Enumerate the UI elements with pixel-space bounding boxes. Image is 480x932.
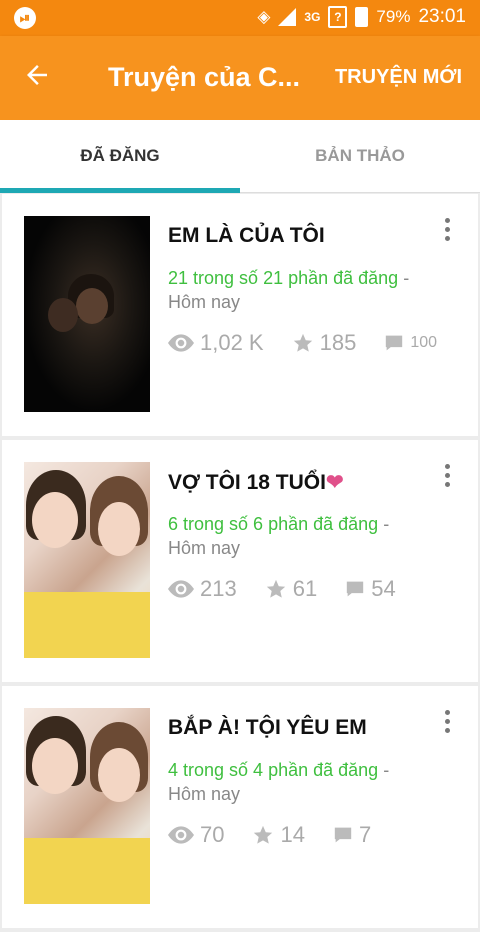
story-date: Hôm nay (168, 538, 241, 558)
story-card[interactable]: VỢ TÔI 18 TUỔI❤ 6 trong số 6 phần đã đăn… (2, 440, 478, 682)
clock: 23:01 (418, 6, 466, 27)
tab-bar: ĐÃ ĐĂNG BẢN THẢO (0, 120, 480, 193)
new-story-button[interactable]: TRUYỆN MỚI (335, 66, 462, 89)
arrow-back-icon (27, 65, 47, 85)
story-parts: 6 trong số 6 phần đã đăng - Hôm nay (168, 512, 458, 560)
story-card[interactable]: BẮP À! TỘI YÊU EM 4 trong số 4 phần đã đ… (2, 686, 478, 928)
star-icon (254, 825, 273, 844)
notification-icon: ⏯ (14, 7, 36, 29)
page-title: Truyện của C... (108, 62, 301, 92)
more-options-button[interactable] (442, 710, 452, 738)
sim-icon: ? (328, 6, 348, 28)
eye-icon (168, 334, 194, 352)
story-list: EM LÀ CỦA TÔI 21 trong số 21 phần đã đăn… (0, 194, 480, 932)
votes-count: 14 (280, 822, 305, 847)
story-stats: 70 14 7 (168, 822, 399, 848)
eye-icon (168, 826, 194, 844)
story-date: Hôm nay (168, 292, 241, 312)
story-date: Hôm nay (168, 784, 241, 804)
story-title: EM LÀ CỦA TÔI (168, 224, 325, 247)
tab-drafts[interactable]: BẢN THẢO (240, 120, 480, 192)
story-stats: 1,02 K 185 100 (168, 330, 465, 356)
more-options-button[interactable] (442, 464, 452, 492)
story-cover-image (24, 462, 150, 658)
story-title: BẮP À! TỘI YÊU EM (168, 716, 367, 739)
battery-icon (355, 7, 369, 27)
star-icon (293, 333, 312, 352)
votes-count: 185 (319, 330, 357, 355)
views-count: 70 (200, 822, 225, 847)
views-count: 1,02 K (200, 330, 264, 355)
votes-count: 61 (292, 576, 318, 601)
back-button[interactable] (22, 60, 62, 96)
status-bar: ⏯ ◈ 3G ? 79% 23:01 (0, 0, 480, 36)
heart-icon: ❤ (325, 471, 344, 494)
comments-count: 54 (371, 576, 396, 601)
network-type: 3G (304, 10, 321, 24)
tab-indicator (0, 188, 240, 193)
comments-count: 7 (358, 822, 372, 847)
story-stats: 213 61 54 (168, 576, 424, 602)
signal-icon (278, 8, 297, 26)
tab-published[interactable]: ĐÃ ĐĂNG (0, 120, 240, 192)
story-title: VỢ TÔI 18 TUỔI❤ (168, 471, 344, 494)
story-parts: 4 trong số 4 phần đã đăng - Hôm nay (168, 758, 458, 806)
more-options-button[interactable] (442, 218, 452, 246)
eye-icon (168, 580, 194, 598)
story-cover-image (24, 216, 150, 412)
battery-level: 79% (376, 7, 411, 26)
comment-icon (347, 581, 364, 597)
comment-icon (386, 335, 403, 351)
story-card[interactable]: EM LÀ CỦA TÔI 21 trong số 21 phần đã đăn… (2, 194, 478, 436)
story-parts: 21 trong số 21 phần đã đăng - Hôm nay (168, 266, 458, 314)
star-icon (266, 579, 285, 598)
views-count: 213 (200, 576, 237, 601)
wifi-icon: ◈ (257, 7, 271, 26)
app-bar: Truyện của C... TRUYỆN MỚI (0, 36, 480, 120)
comments-count: 100 (410, 334, 438, 351)
comment-icon (334, 827, 352, 843)
story-cover-image (24, 708, 150, 904)
